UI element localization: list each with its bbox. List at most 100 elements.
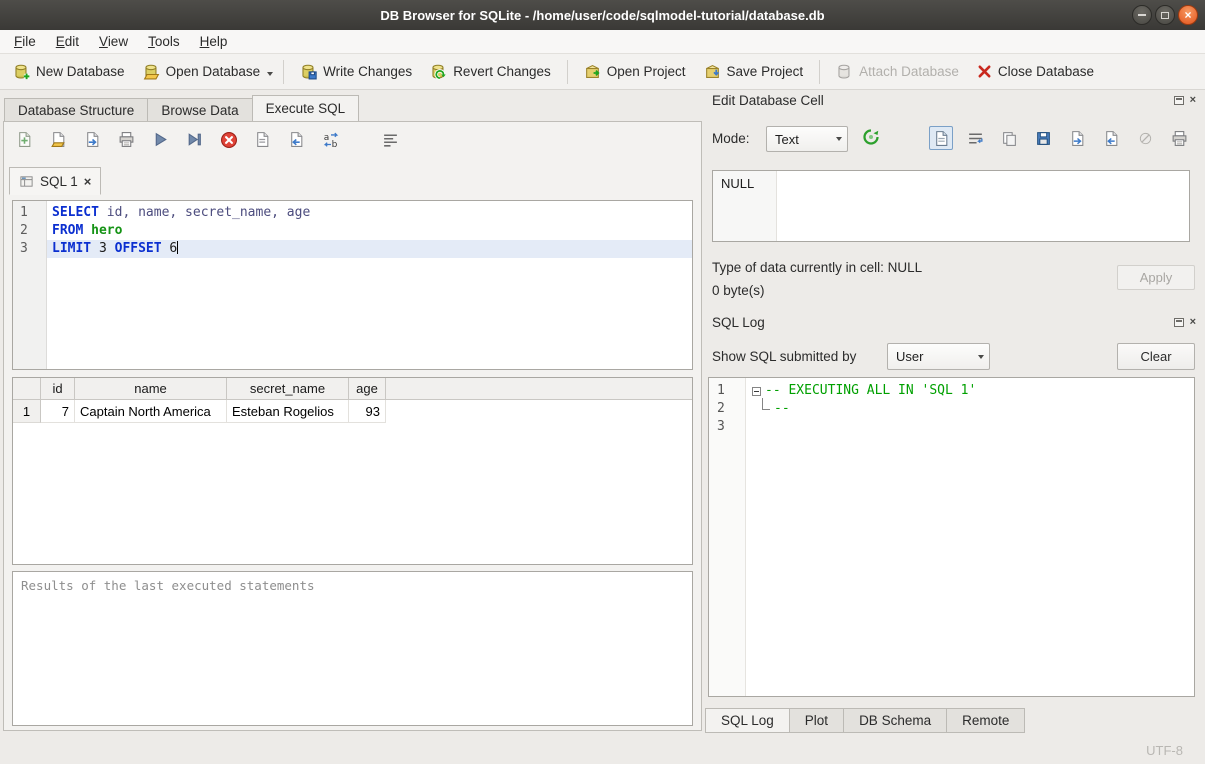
dock-tab-sql-log[interactable]: SQL Log bbox=[705, 708, 790, 733]
save-cell-button[interactable] bbox=[1031, 126, 1055, 150]
menubar: File Edit View Tools Help bbox=[0, 30, 1205, 54]
mode-label: Mode: bbox=[712, 131, 750, 146]
execute-all-button[interactable] bbox=[150, 129, 171, 150]
cell-type-info: Type of data currently in cell: NULL bbox=[712, 260, 922, 275]
write-changes-button[interactable]: Write Changes bbox=[291, 59, 421, 84]
maximize-button[interactable] bbox=[1155, 5, 1175, 25]
editor-line-numbers: 1 2 3 bbox=[13, 201, 47, 369]
column-header-secret-name[interactable]: secret_name bbox=[227, 378, 349, 399]
sql-tab-label: SQL 1 bbox=[40, 174, 78, 189]
copy-cell-button[interactable] bbox=[997, 126, 1021, 150]
maximize-icon bbox=[1161, 12, 1169, 19]
dock-tab-plot[interactable]: Plot bbox=[790, 708, 844, 733]
log-filter-label: Show SQL submitted by bbox=[712, 349, 856, 364]
word-wrap-button[interactable] bbox=[963, 126, 987, 150]
cell-value-editor[interactable]: NULL bbox=[712, 170, 1190, 242]
revert-changes-label: Revert Changes bbox=[453, 64, 551, 79]
open-project-button[interactable]: Open Project bbox=[575, 59, 695, 84]
dock-close-icon[interactable]: × bbox=[1190, 317, 1196, 328]
mode-value: Text bbox=[767, 132, 830, 147]
sql-tab-sql1[interactable]: SQL 1 × bbox=[9, 167, 101, 195]
svg-text:b: b bbox=[331, 139, 337, 148]
save-sql-file-button[interactable] bbox=[116, 129, 137, 150]
auto-format-button[interactable] bbox=[380, 129, 401, 150]
menu-file[interactable]: File bbox=[4, 30, 46, 53]
dock-float-icon[interactable] bbox=[1174, 318, 1184, 327]
close-database-label: Close Database bbox=[998, 64, 1094, 79]
cell-age[interactable]: 93 bbox=[349, 400, 386, 423]
column-header-age[interactable]: age bbox=[349, 378, 386, 399]
editor-code-area: SELECT id, name, secret_name, age FROM h… bbox=[47, 201, 692, 369]
import-cell-data-button[interactable] bbox=[1065, 126, 1089, 150]
close-database-button[interactable]: Close Database bbox=[968, 60, 1103, 83]
set-null-button[interactable] bbox=[1133, 126, 1157, 150]
menu-help[interactable]: Help bbox=[190, 30, 238, 53]
tree-elbow-icon bbox=[762, 398, 770, 410]
text-cursor bbox=[177, 241, 178, 254]
open-project-icon bbox=[584, 63, 601, 80]
row-header[interactable]: 1 bbox=[13, 400, 41, 423]
tab-execute-sql[interactable]: Execute SQL bbox=[252, 95, 360, 122]
revert-changes-button[interactable]: Revert Changes bbox=[421, 59, 560, 84]
write-changes-icon bbox=[300, 63, 317, 80]
open-sql-new-tab-button[interactable] bbox=[82, 129, 103, 150]
stop-execution-button[interactable] bbox=[218, 129, 239, 150]
close-icon: × bbox=[1184, 9, 1191, 21]
open-database-button[interactable]: Open Database bbox=[134, 59, 270, 84]
execute-sql-pane: ab SQL 1 × 1 2 3 SELECT id, name, se bbox=[3, 121, 702, 731]
new-database-label: New Database bbox=[36, 64, 125, 79]
toolbar-separator bbox=[567, 60, 568, 84]
apply-button[interactable]: Apply bbox=[1117, 265, 1195, 290]
print-cell-button[interactable] bbox=[1167, 126, 1191, 150]
sql-tab-close-icon[interactable]: × bbox=[84, 175, 92, 188]
execute-current-line-button[interactable] bbox=[184, 129, 205, 150]
menu-edit[interactable]: Edit bbox=[46, 30, 89, 53]
cell-name[interactable]: Captain North America bbox=[75, 400, 227, 423]
dock-tab-remote[interactable]: Remote bbox=[947, 708, 1025, 733]
dock-close-icon[interactable]: × bbox=[1190, 95, 1196, 106]
titlebar[interactable]: DB Browser for SQLite - /home/user/code/… bbox=[0, 0, 1205, 30]
clear-log-button[interactable]: Clear bbox=[1117, 343, 1195, 370]
dropdown-caret-icon bbox=[267, 72, 273, 76]
new-sql-tab-button[interactable] bbox=[14, 129, 35, 150]
save-project-button[interactable]: Save Project bbox=[695, 59, 813, 84]
open-database-icon bbox=[143, 63, 160, 80]
sql-tab-bar: SQL 1 × bbox=[9, 167, 101, 195]
sql-log-view[interactable]: 1 2 3 -- EXECUTING ALL IN 'SQL 1' -- bbox=[708, 377, 1195, 697]
attach-database-button: Attach Database bbox=[827, 59, 968, 84]
open-sql-file-button[interactable] bbox=[48, 129, 69, 150]
minimize-button[interactable] bbox=[1132, 5, 1152, 25]
execution-messages[interactable]: Results of the last executed statements bbox=[12, 571, 693, 726]
open-database-dropdown[interactable] bbox=[263, 60, 276, 84]
tab-database-structure[interactable]: Database Structure bbox=[4, 98, 147, 122]
collapse-expander-icon[interactable] bbox=[752, 387, 761, 396]
tab-browse-data[interactable]: Browse Data bbox=[147, 98, 251, 122]
results-grid: id name secret_name age 1 7 Captain Nort… bbox=[12, 377, 693, 565]
sql-log-dock-buttons: × bbox=[1174, 317, 1196, 328]
encoding-indicator[interactable]: UTF-8 bbox=[1146, 743, 1183, 758]
new-database-button[interactable]: New Database bbox=[4, 59, 134, 84]
cell-editor-toolbar bbox=[929, 126, 1191, 150]
cell-id[interactable]: 7 bbox=[41, 400, 75, 423]
export-results-button[interactable] bbox=[252, 129, 273, 150]
table-row: 1 7 Captain North America Esteban Rogeli… bbox=[13, 400, 692, 423]
column-header-id[interactable]: id bbox=[41, 378, 75, 399]
close-button[interactable]: × bbox=[1178, 5, 1198, 25]
column-header-name[interactable]: name bbox=[75, 378, 227, 399]
menu-view[interactable]: View bbox=[89, 30, 138, 53]
cell-secret-name[interactable]: Esteban Rogelios bbox=[227, 400, 349, 423]
auto-switch-mode-button[interactable] bbox=[861, 127, 881, 147]
write-changes-label: Write Changes bbox=[323, 64, 412, 79]
sql-editor[interactable]: 1 2 3 SELECT id, name, secret_name, age … bbox=[12, 200, 693, 370]
dock-tab-db-schema[interactable]: DB Schema bbox=[844, 708, 947, 733]
log-filter-combobox[interactable]: User bbox=[887, 343, 990, 370]
find-replace-button[interactable]: ab bbox=[320, 129, 341, 150]
mode-combobox[interactable]: Text bbox=[766, 126, 848, 152]
text-view-button[interactable] bbox=[929, 126, 953, 150]
cell-edit-area bbox=[777, 171, 1189, 241]
cell-value-text: NULL bbox=[713, 171, 777, 241]
menu-tools[interactable]: Tools bbox=[138, 30, 190, 53]
export-cell-data-button[interactable] bbox=[1099, 126, 1123, 150]
dock-float-icon[interactable] bbox=[1174, 96, 1184, 105]
save-results-button[interactable] bbox=[286, 129, 307, 150]
